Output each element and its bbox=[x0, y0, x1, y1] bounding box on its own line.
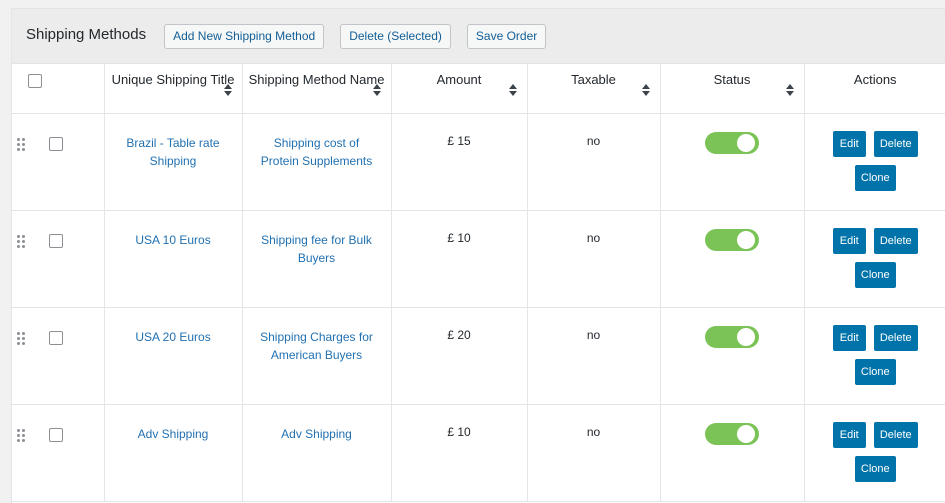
edit-button[interactable]: Edit bbox=[832, 421, 866, 448]
delete-button[interactable]: Delete bbox=[873, 130, 918, 157]
clone-button[interactable]: Clone bbox=[854, 455, 896, 482]
save-order-button[interactable]: Save Order bbox=[466, 23, 547, 49]
amount-cell: £ 10 bbox=[390, 210, 527, 308]
status-toggle[interactable] bbox=[705, 131, 759, 154]
actions-cell: Edit Delete Clone bbox=[803, 113, 945, 211]
column-header-taxable[interactable]: Taxable bbox=[526, 64, 660, 114]
sort-icon[interactable] bbox=[372, 84, 381, 96]
row-checkbox[interactable] bbox=[49, 330, 63, 345]
column-header-actions: Actions bbox=[803, 64, 945, 114]
sort-icon[interactable] bbox=[223, 84, 232, 96]
row-select-cell bbox=[12, 113, 104, 211]
drag-handle-icon[interactable] bbox=[17, 331, 25, 345]
row-select-cell bbox=[12, 404, 104, 502]
shipping-title-link[interactable]: Brazil - Table rate Shipping bbox=[103, 113, 242, 211]
edit-button[interactable]: Edit bbox=[832, 324, 866, 351]
table-header-row: Unique Shipping Title Shipping Method Na… bbox=[12, 64, 945, 114]
shipping-title-link[interactable]: USA 10 Euros bbox=[103, 210, 242, 308]
clone-button[interactable]: Clone bbox=[854, 164, 896, 191]
column-header-name[interactable]: Shipping Method Name bbox=[241, 64, 391, 114]
sort-icon[interactable] bbox=[508, 84, 517, 96]
status-cell bbox=[659, 404, 804, 502]
shipping-method-name-link[interactable]: Shipping fee for Bulk Buyers bbox=[241, 210, 391, 308]
status-toggle[interactable] bbox=[705, 228, 759, 251]
taxable-cell: no bbox=[526, 113, 660, 211]
status-cell bbox=[659, 307, 804, 405]
status-cell bbox=[659, 113, 804, 211]
status-toggle[interactable] bbox=[705, 422, 759, 445]
drag-handle-icon[interactable] bbox=[17, 428, 25, 442]
row-checkbox[interactable] bbox=[49, 233, 63, 248]
row-select-cell bbox=[12, 210, 104, 308]
panel-header: Shipping Methods Add New Shipping Method… bbox=[12, 9, 945, 64]
amount-cell: £ 10 bbox=[390, 404, 527, 502]
amount-cell: £ 20 bbox=[390, 307, 527, 405]
table-row: USA 10 Euros Shipping fee for Bulk Buyer… bbox=[12, 210, 945, 308]
taxable-cell: no bbox=[526, 210, 660, 308]
delete-button[interactable]: Delete bbox=[873, 421, 918, 448]
column-header-title[interactable]: Unique Shipping Title bbox=[103, 64, 242, 114]
taxable-cell: no bbox=[526, 307, 660, 405]
sort-icon[interactable] bbox=[785, 84, 794, 96]
add-new-shipping-method-button[interactable]: Add New Shipping Method bbox=[164, 23, 325, 49]
sort-icon[interactable] bbox=[641, 84, 650, 96]
actions-cell: Edit Delete Clone bbox=[803, 307, 945, 405]
row-checkbox[interactable] bbox=[49, 136, 63, 151]
edit-button[interactable]: Edit bbox=[832, 130, 866, 157]
shipping-method-name-link[interactable]: Shipping Charges for American Buyers bbox=[241, 307, 391, 405]
amount-cell: £ 15 bbox=[390, 113, 527, 211]
select-all-checkbox[interactable] bbox=[27, 74, 42, 88]
shipping-methods-panel: Shipping Methods Add New Shipping Method… bbox=[11, 8, 945, 503]
shipping-title-link[interactable]: Adv Shipping bbox=[103, 404, 242, 502]
taxable-cell: no bbox=[526, 404, 660, 502]
toggle-knob bbox=[737, 424, 755, 443]
row-checkbox[interactable] bbox=[49, 427, 63, 442]
toggle-knob bbox=[737, 327, 755, 346]
toggle-knob bbox=[737, 133, 755, 152]
shipping-method-name-link[interactable]: Adv Shipping bbox=[241, 404, 391, 502]
delete-button[interactable]: Delete bbox=[873, 324, 918, 351]
column-header-amount[interactable]: Amount bbox=[390, 64, 527, 114]
clone-button[interactable]: Clone bbox=[854, 261, 896, 288]
drag-handle-icon[interactable] bbox=[17, 234, 25, 248]
status-cell bbox=[659, 210, 804, 308]
table-row: USA 20 Euros Shipping Charges for Americ… bbox=[12, 307, 945, 405]
shipping-method-name-link[interactable]: Shipping cost of Protein Supplements bbox=[241, 113, 391, 211]
actions-cell: Edit Delete Clone bbox=[803, 210, 945, 308]
page-title: Shipping Methods bbox=[26, 25, 147, 43]
clone-button[interactable]: Clone bbox=[854, 358, 896, 385]
edit-button[interactable]: Edit bbox=[832, 227, 866, 254]
shipping-methods-table: Unique Shipping Title Shipping Method Na… bbox=[12, 64, 945, 502]
drag-handle-icon[interactable] bbox=[17, 137, 25, 151]
shipping-title-link[interactable]: USA 20 Euros bbox=[103, 307, 242, 405]
column-header-status[interactable]: Status bbox=[659, 64, 804, 114]
actions-cell: Edit Delete Clone bbox=[803, 404, 945, 502]
table-row: Adv Shipping Adv Shipping £ 10 no Edit D… bbox=[12, 404, 945, 502]
row-select-cell bbox=[12, 307, 104, 405]
toggle-knob bbox=[737, 230, 755, 249]
delete-button[interactable]: Delete bbox=[873, 227, 918, 254]
table-row: Brazil - Table rate Shipping Shipping co… bbox=[12, 113, 945, 211]
delete-selected-button[interactable]: Delete (Selected) bbox=[340, 23, 451, 49]
status-toggle[interactable] bbox=[705, 325, 759, 348]
select-all-header bbox=[12, 64, 104, 114]
